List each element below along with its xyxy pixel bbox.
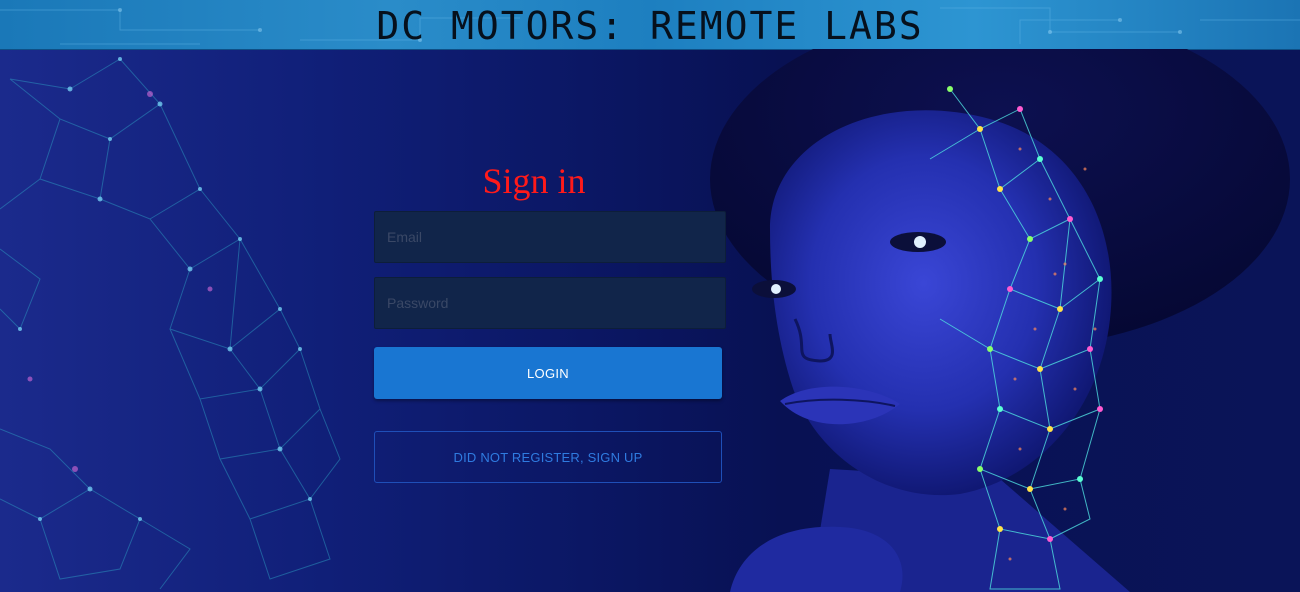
login-button[interactable]: LOGIN (374, 347, 722, 399)
email-field[interactable] (374, 211, 726, 263)
header-bar: DC MOTORS: REMOTE LABS (0, 0, 1300, 50)
app-title: DC MOTORS: REMOTE LABS (376, 4, 924, 48)
signup-button[interactable]: DID NOT REGISTER, SIGN UP (374, 431, 722, 483)
password-field[interactable] (374, 277, 726, 329)
woman-portrait-with-glowing-network (710, 49, 1290, 592)
network-mesh-illustration (0, 57, 341, 590)
signin-heading: Sign in (482, 161, 586, 201)
login-page: DC MOTORS: REMOTE LABS Sign in Email LOG… (0, 0, 1300, 592)
